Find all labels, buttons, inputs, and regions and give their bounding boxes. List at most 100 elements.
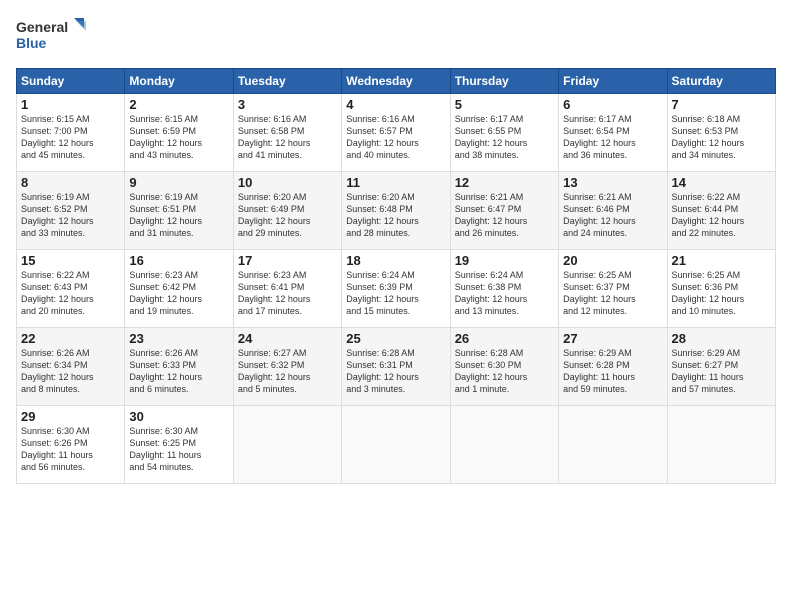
weekday-header-sunday: Sunday bbox=[17, 69, 125, 94]
calendar-cell: 16Sunrise: 6:23 AMSunset: 6:42 PMDayligh… bbox=[125, 250, 233, 328]
calendar-cell: 23Sunrise: 6:26 AMSunset: 6:33 PMDayligh… bbox=[125, 328, 233, 406]
svg-text:Blue: Blue bbox=[16, 35, 47, 51]
calendar-cell: 8Sunrise: 6:19 AMSunset: 6:52 PMDaylight… bbox=[17, 172, 125, 250]
week-row-5: 29Sunrise: 6:30 AMSunset: 6:26 PMDayligh… bbox=[17, 406, 776, 484]
calendar-cell bbox=[559, 406, 667, 484]
week-row-2: 8Sunrise: 6:19 AMSunset: 6:52 PMDaylight… bbox=[17, 172, 776, 250]
calendar-cell: 27Sunrise: 6:29 AMSunset: 6:28 PMDayligh… bbox=[559, 328, 667, 406]
day-number: 28 bbox=[672, 331, 771, 346]
calendar-cell: 30Sunrise: 6:30 AMSunset: 6:25 PMDayligh… bbox=[125, 406, 233, 484]
day-number: 14 bbox=[672, 175, 771, 190]
cell-info: Sunrise: 6:30 AMSunset: 6:25 PMDaylight:… bbox=[129, 425, 228, 474]
header: General Blue bbox=[16, 16, 776, 58]
day-number: 12 bbox=[455, 175, 554, 190]
day-number: 10 bbox=[238, 175, 337, 190]
calendar-cell: 9Sunrise: 6:19 AMSunset: 6:51 PMDaylight… bbox=[125, 172, 233, 250]
day-number: 18 bbox=[346, 253, 445, 268]
cell-info: Sunrise: 6:16 AMSunset: 6:58 PMDaylight:… bbox=[238, 113, 337, 162]
calendar-cell bbox=[450, 406, 558, 484]
cell-info: Sunrise: 6:20 AMSunset: 6:49 PMDaylight:… bbox=[238, 191, 337, 240]
weekday-header-monday: Monday bbox=[125, 69, 233, 94]
cell-info: Sunrise: 6:15 AMSunset: 7:00 PMDaylight:… bbox=[21, 113, 120, 162]
cell-info: Sunrise: 6:15 AMSunset: 6:59 PMDaylight:… bbox=[129, 113, 228, 162]
cell-info: Sunrise: 6:21 AMSunset: 6:47 PMDaylight:… bbox=[455, 191, 554, 240]
cell-info: Sunrise: 6:30 AMSunset: 6:26 PMDaylight:… bbox=[21, 425, 120, 474]
logo-svg: General Blue bbox=[16, 16, 86, 58]
calendar-cell: 11Sunrise: 6:20 AMSunset: 6:48 PMDayligh… bbox=[342, 172, 450, 250]
week-row-3: 15Sunrise: 6:22 AMSunset: 6:43 PMDayligh… bbox=[17, 250, 776, 328]
day-number: 27 bbox=[563, 331, 662, 346]
calendar-cell: 20Sunrise: 6:25 AMSunset: 6:37 PMDayligh… bbox=[559, 250, 667, 328]
day-number: 25 bbox=[346, 331, 445, 346]
day-number: 2 bbox=[129, 97, 228, 112]
cell-info: Sunrise: 6:25 AMSunset: 6:36 PMDaylight:… bbox=[672, 269, 771, 318]
cell-info: Sunrise: 6:22 AMSunset: 6:43 PMDaylight:… bbox=[21, 269, 120, 318]
day-number: 17 bbox=[238, 253, 337, 268]
calendar-cell: 29Sunrise: 6:30 AMSunset: 6:26 PMDayligh… bbox=[17, 406, 125, 484]
calendar-cell bbox=[342, 406, 450, 484]
calendar-cell bbox=[233, 406, 341, 484]
calendar-cell: 14Sunrise: 6:22 AMSunset: 6:44 PMDayligh… bbox=[667, 172, 775, 250]
day-number: 8 bbox=[21, 175, 120, 190]
day-number: 24 bbox=[238, 331, 337, 346]
cell-info: Sunrise: 6:25 AMSunset: 6:37 PMDaylight:… bbox=[563, 269, 662, 318]
day-number: 6 bbox=[563, 97, 662, 112]
cell-info: Sunrise: 6:20 AMSunset: 6:48 PMDaylight:… bbox=[346, 191, 445, 240]
cell-info: Sunrise: 6:19 AMSunset: 6:51 PMDaylight:… bbox=[129, 191, 228, 240]
calendar-cell: 28Sunrise: 6:29 AMSunset: 6:27 PMDayligh… bbox=[667, 328, 775, 406]
day-number: 30 bbox=[129, 409, 228, 424]
day-number: 7 bbox=[672, 97, 771, 112]
calendar-table: SundayMondayTuesdayWednesdayThursdayFrid… bbox=[16, 68, 776, 484]
calendar-cell: 10Sunrise: 6:20 AMSunset: 6:49 PMDayligh… bbox=[233, 172, 341, 250]
cell-info: Sunrise: 6:28 AMSunset: 6:30 PMDaylight:… bbox=[455, 347, 554, 396]
calendar-body: 1Sunrise: 6:15 AMSunset: 7:00 PMDaylight… bbox=[17, 94, 776, 484]
calendar-cell: 19Sunrise: 6:24 AMSunset: 6:38 PMDayligh… bbox=[450, 250, 558, 328]
cell-info: Sunrise: 6:19 AMSunset: 6:52 PMDaylight:… bbox=[21, 191, 120, 240]
logo: General Blue bbox=[16, 16, 86, 58]
calendar-header: SundayMondayTuesdayWednesdayThursdayFrid… bbox=[17, 69, 776, 94]
page: General Blue SundayMondayTuesdayWednesda… bbox=[0, 0, 792, 612]
cell-info: Sunrise: 6:29 AMSunset: 6:27 PMDaylight:… bbox=[672, 347, 771, 396]
cell-info: Sunrise: 6:23 AMSunset: 6:42 PMDaylight:… bbox=[129, 269, 228, 318]
cell-info: Sunrise: 6:23 AMSunset: 6:41 PMDaylight:… bbox=[238, 269, 337, 318]
week-row-1: 1Sunrise: 6:15 AMSunset: 7:00 PMDaylight… bbox=[17, 94, 776, 172]
weekday-header-saturday: Saturday bbox=[667, 69, 775, 94]
cell-info: Sunrise: 6:26 AMSunset: 6:34 PMDaylight:… bbox=[21, 347, 120, 396]
day-number: 16 bbox=[129, 253, 228, 268]
day-number: 5 bbox=[455, 97, 554, 112]
calendar-cell: 4Sunrise: 6:16 AMSunset: 6:57 PMDaylight… bbox=[342, 94, 450, 172]
calendar-cell bbox=[667, 406, 775, 484]
cell-info: Sunrise: 6:29 AMSunset: 6:28 PMDaylight:… bbox=[563, 347, 662, 396]
day-number: 4 bbox=[346, 97, 445, 112]
day-number: 11 bbox=[346, 175, 445, 190]
day-number: 19 bbox=[455, 253, 554, 268]
calendar-cell: 17Sunrise: 6:23 AMSunset: 6:41 PMDayligh… bbox=[233, 250, 341, 328]
weekday-header-wednesday: Wednesday bbox=[342, 69, 450, 94]
cell-info: Sunrise: 6:17 AMSunset: 6:54 PMDaylight:… bbox=[563, 113, 662, 162]
weekday-header-thursday: Thursday bbox=[450, 69, 558, 94]
calendar-cell: 25Sunrise: 6:28 AMSunset: 6:31 PMDayligh… bbox=[342, 328, 450, 406]
calendar-cell: 13Sunrise: 6:21 AMSunset: 6:46 PMDayligh… bbox=[559, 172, 667, 250]
day-number: 29 bbox=[21, 409, 120, 424]
calendar-cell: 7Sunrise: 6:18 AMSunset: 6:53 PMDaylight… bbox=[667, 94, 775, 172]
calendar-cell: 24Sunrise: 6:27 AMSunset: 6:32 PMDayligh… bbox=[233, 328, 341, 406]
calendar-cell: 21Sunrise: 6:25 AMSunset: 6:36 PMDayligh… bbox=[667, 250, 775, 328]
cell-info: Sunrise: 6:16 AMSunset: 6:57 PMDaylight:… bbox=[346, 113, 445, 162]
header-row: SundayMondayTuesdayWednesdayThursdayFrid… bbox=[17, 69, 776, 94]
day-number: 23 bbox=[129, 331, 228, 346]
cell-info: Sunrise: 6:24 AMSunset: 6:39 PMDaylight:… bbox=[346, 269, 445, 318]
weekday-header-friday: Friday bbox=[559, 69, 667, 94]
day-number: 21 bbox=[672, 253, 771, 268]
cell-info: Sunrise: 6:26 AMSunset: 6:33 PMDaylight:… bbox=[129, 347, 228, 396]
calendar-cell: 3Sunrise: 6:16 AMSunset: 6:58 PMDaylight… bbox=[233, 94, 341, 172]
cell-info: Sunrise: 6:21 AMSunset: 6:46 PMDaylight:… bbox=[563, 191, 662, 240]
week-row-4: 22Sunrise: 6:26 AMSunset: 6:34 PMDayligh… bbox=[17, 328, 776, 406]
day-number: 1 bbox=[21, 97, 120, 112]
calendar-cell: 6Sunrise: 6:17 AMSunset: 6:54 PMDaylight… bbox=[559, 94, 667, 172]
cell-info: Sunrise: 6:27 AMSunset: 6:32 PMDaylight:… bbox=[238, 347, 337, 396]
calendar-cell: 1Sunrise: 6:15 AMSunset: 7:00 PMDaylight… bbox=[17, 94, 125, 172]
day-number: 22 bbox=[21, 331, 120, 346]
cell-info: Sunrise: 6:28 AMSunset: 6:31 PMDaylight:… bbox=[346, 347, 445, 396]
calendar-cell: 12Sunrise: 6:21 AMSunset: 6:47 PMDayligh… bbox=[450, 172, 558, 250]
day-number: 3 bbox=[238, 97, 337, 112]
